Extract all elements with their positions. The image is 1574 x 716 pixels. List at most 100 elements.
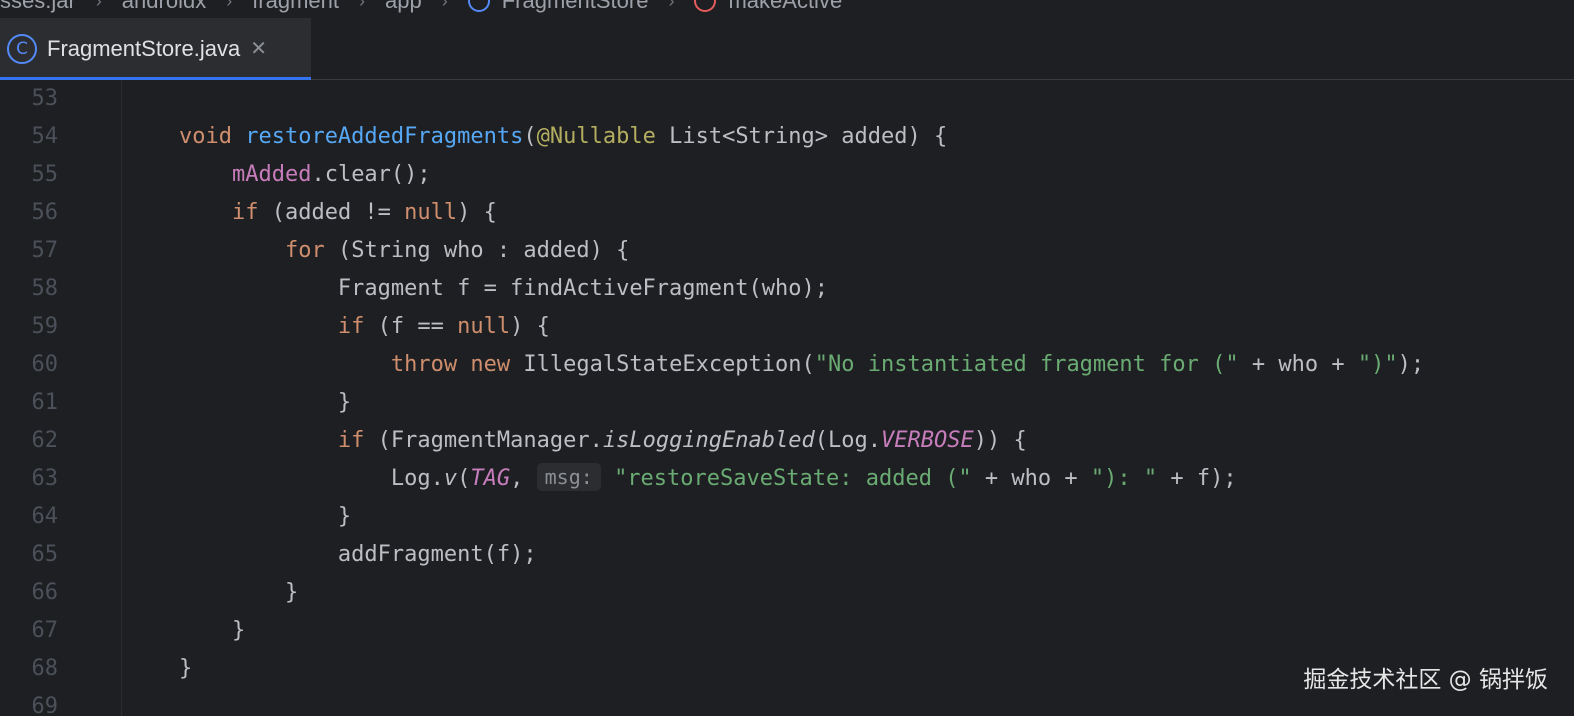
method-icon — [694, 0, 717, 12]
class-icon — [467, 0, 490, 12]
breadcrumb-item[interactable]: fragment — [252, 0, 339, 14]
code-token: if — [231, 200, 259, 225]
code-token: addFragment(f); — [126, 542, 537, 567]
code-token: v — [443, 466, 458, 491]
code-line[interactable]: 59 if (f == null) { — [0, 308, 1574, 346]
code-token: restoreAddedFragments — [245, 124, 524, 149]
line-number: 61 — [31, 390, 59, 415]
code-token: void — [178, 124, 232, 149]
code-token: (String who : added) { — [324, 238, 630, 263]
code-line[interactable]: 62 if (FragmentManager.isLoggingEnabled(… — [0, 422, 1574, 460]
line-number: 56 — [31, 200, 59, 225]
code-token: (Log. — [814, 428, 881, 453]
code-token: , — [510, 466, 537, 491]
code-token: ); — [1397, 352, 1425, 377]
line-number: 67 — [31, 618, 59, 643]
breadcrumb-item[interactable]: FragmentStore — [467, 0, 649, 14]
code-token: TAG — [470, 466, 511, 491]
code-token: .clear(); — [311, 162, 431, 187]
breadcrumb-separator: › — [95, 0, 102, 11]
breadcrumb-label: FragmentStore — [501, 0, 649, 13]
code-line[interactable]: 57 for (String who : added) { — [0, 232, 1574, 270]
code-text: Fragment f = findActiveFragment(who); — [126, 270, 828, 308]
code-token: ) { — [510, 314, 550, 339]
line-number: 68 — [31, 656, 59, 681]
code-text: Log.v(TAG, msg: "restoreSaveState: added… — [126, 460, 1237, 498]
tab-label: FragmentStore.java — [47, 36, 241, 61]
code-text: } — [126, 612, 245, 650]
code-line[interactable]: 61 } — [0, 384, 1574, 422]
code-token: "): " — [1090, 466, 1158, 491]
code-token: + who + — [1238, 352, 1358, 377]
watermark: 掘金技术社区 @ 锅拌饭 — [1303, 667, 1548, 693]
line-number: 59 — [31, 314, 59, 339]
breadcrumb-label: app — [385, 0, 422, 13]
code-editor[interactable]: 53 54 void restoreAddedFragments(@Nullabl… — [0, 80, 1574, 716]
code-token: Fragment f = findActiveFragment(who); — [126, 276, 828, 301]
code-token: if — [337, 314, 365, 339]
line-number: 53 — [31, 86, 59, 111]
code-token: for — [284, 238, 325, 263]
tab-fragmentstore-java[interactable]: C FragmentStore.java ✕ — [0, 18, 311, 81]
code-token: ( — [457, 466, 471, 491]
code-text: throw new IllegalStateException("No inst… — [126, 346, 1424, 384]
code-text: for (String who : added) { — [126, 232, 629, 270]
code-token: isLoggingEnabled — [602, 428, 815, 453]
code-line[interactable]: 66 } — [0, 574, 1574, 612]
parameter-hint: msg: — [536, 463, 601, 491]
code-token: (f == — [364, 314, 458, 339]
line-number: 54 — [31, 124, 59, 149]
breadcrumb-item[interactable]: makeActive — [694, 0, 842, 14]
code-line[interactable]: 60 throw new IllegalStateException("No i… — [0, 346, 1574, 384]
breadcrumb-item[interactable]: androidx — [122, 0, 206, 14]
code-line[interactable]: 63 Log.v(TAG, msg: "restoreSaveState: ad… — [0, 460, 1574, 498]
code-line[interactable]: 53 — [0, 80, 1574, 118]
code-text: addFragment(f); — [126, 536, 537, 574]
code-token: "No instantiated fragment for (" — [814, 352, 1239, 377]
code-token: ) { — [457, 200, 497, 225]
code-text: } — [126, 650, 192, 688]
line-number: 58 — [31, 276, 59, 301]
breadcrumb-item[interactable]: app — [385, 0, 422, 14]
code-token: } — [126, 580, 299, 605]
code-token: IllegalStateException( — [510, 352, 815, 377]
code-token: "restoreSaveState: added (" — [614, 466, 972, 491]
code-token: } — [126, 656, 193, 681]
line-number: 60 — [31, 352, 59, 377]
code-text: if (FragmentManager.isLoggingEnabled(Log… — [126, 422, 1027, 460]
code-token: (added != — [258, 200, 405, 225]
line-number: 65 — [31, 542, 59, 567]
breadcrumb-separator: › — [226, 0, 233, 11]
code-line[interactable]: 58 Fragment f = findActiveFragment(who); — [0, 270, 1574, 308]
code-token: if — [337, 428, 365, 453]
code-line[interactable]: 54 void restoreAddedFragments(@Nullable … — [0, 118, 1574, 156]
breadcrumb-label: androidx — [121, 0, 207, 13]
code-token: ")" — [1357, 352, 1398, 377]
code-token: + who + — [971, 466, 1091, 491]
breadcrumb-label: makeActive — [728, 0, 843, 13]
line-number: 63 — [31, 466, 59, 491]
code-token: List<String> added) { — [655, 124, 948, 149]
code-token: VERBOSE — [881, 428, 974, 453]
code-token: } — [126, 618, 246, 643]
code-text: void restoreAddedFragments(@Nullable Lis… — [126, 118, 947, 156]
code-line[interactable]: 56 if (added != null) { — [0, 194, 1574, 232]
breadcrumb: sses.jar › androidx › fragment › app › FragmentS… — [0, 0, 1574, 16]
code-line[interactable]: 67 } — [0, 612, 1574, 650]
editor-tab-bar: C FragmentStore.java ✕ — [0, 18, 1574, 81]
code-line[interactable]: 64 } — [0, 498, 1574, 536]
code-line[interactable]: 55 mAdded.clear(); — [0, 156, 1574, 194]
breadcrumb-item[interactable]: sses.jar — [0, 0, 76, 14]
code-text: } — [126, 498, 351, 536]
line-number: 69 — [31, 694, 59, 716]
code-line[interactable]: 65 addFragment(f); — [0, 536, 1574, 574]
close-icon[interactable]: ✕ — [250, 39, 267, 59]
code-text: mAdded.clear(); — [126, 156, 431, 194]
